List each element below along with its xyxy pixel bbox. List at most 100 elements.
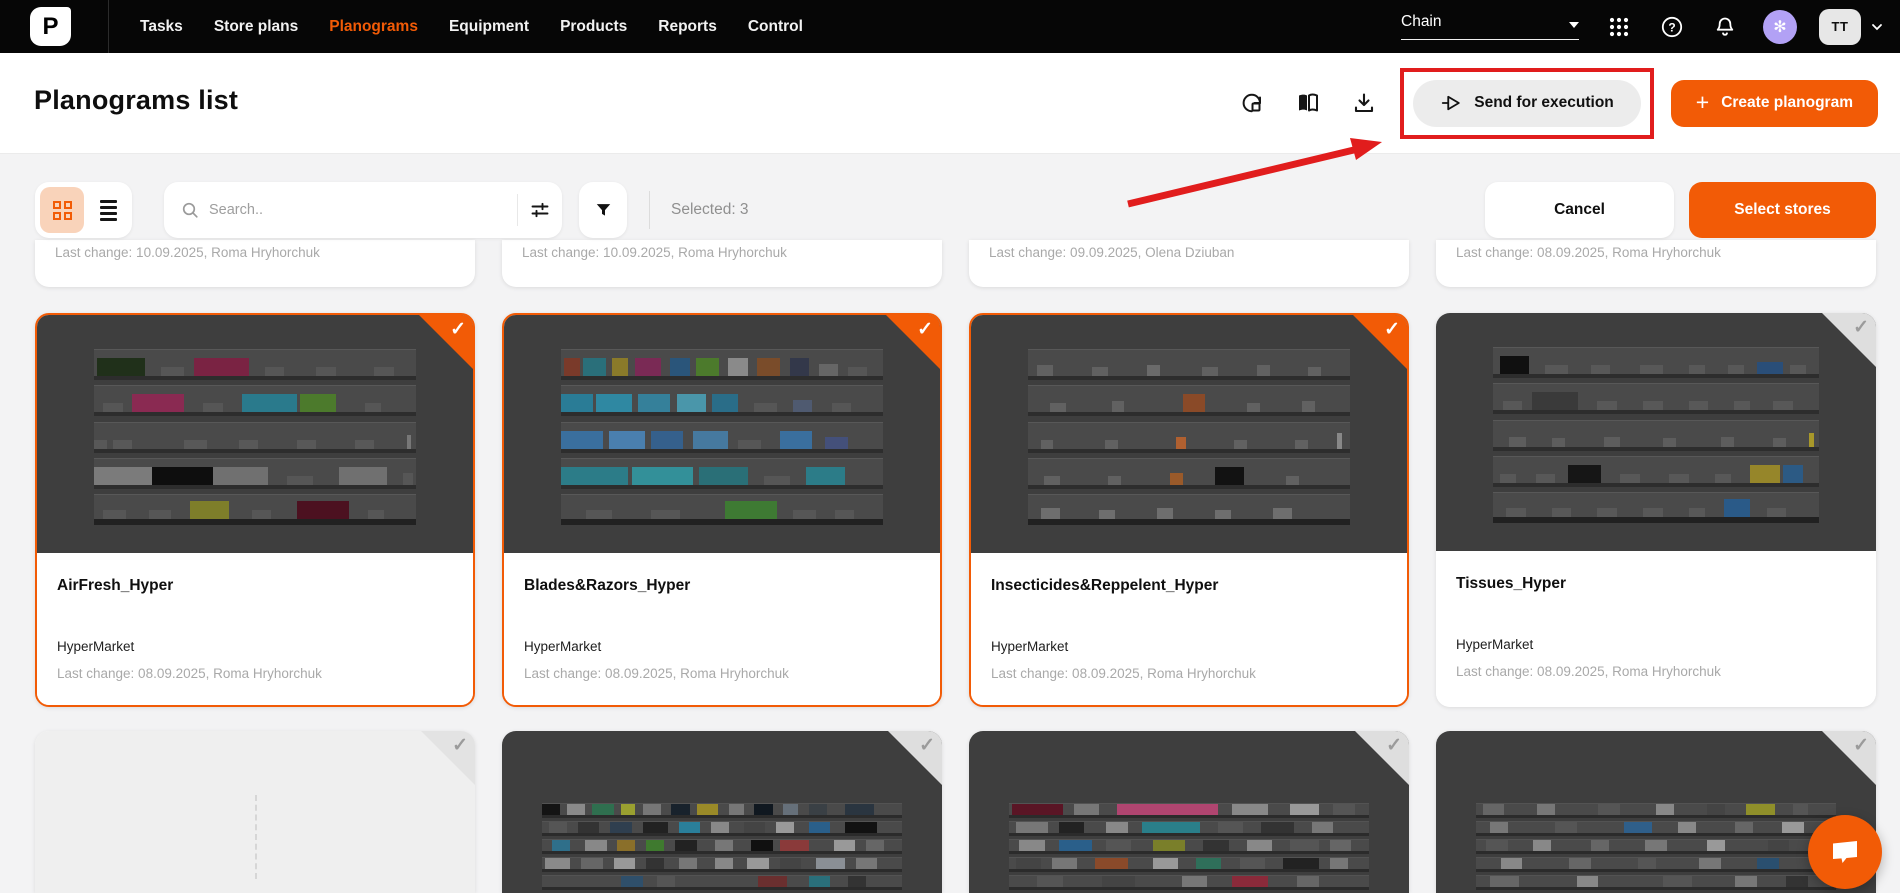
- card-info: Tissues_Hyper HyperMarket Last change: 0…: [1436, 551, 1876, 707]
- planogram-title: Insecticides&Reppelent_Hyper: [991, 577, 1218, 595]
- planogram-card-partial[interactable]: Last change: 09.09.2025, Olena Dziuban: [969, 240, 1409, 287]
- checkmark-icon[interactable]: ✓: [450, 318, 466, 341]
- nav-item-store-plans[interactable]: Store plans: [214, 18, 298, 36]
- topbar-right-cluster: Chain ? ✻ TT: [1401, 9, 1900, 45]
- send-for-execution-label: Send for execution: [1474, 94, 1614, 112]
- planogram-card-partial[interactable]: Last change: 10.09.2025, Roma Hryhorchuk: [35, 240, 475, 287]
- checkmark-icon[interactable]: ✓: [917, 318, 933, 341]
- planogram-shelves: [542, 803, 903, 890]
- search-divider: [517, 194, 518, 226]
- card-info: Insecticides&Reppelent_Hyper HyperMarket…: [971, 553, 1407, 707]
- planogram-format: HyperMarket: [1456, 637, 1533, 652]
- grid-view-icon: [53, 201, 72, 220]
- filter-funnel-button[interactable]: [579, 182, 627, 238]
- planogram-thumbnail-empty: ✓: [35, 731, 475, 893]
- card-info: AirFresh_Hyper HyperMarket Last change: …: [37, 553, 473, 707]
- planogram-card-partial-bottom[interactable]: ✓: [502, 731, 942, 893]
- select-stores-button[interactable]: Select stores: [1689, 182, 1876, 238]
- top-navigation-bar: P Tasks Store plans Planograms Equipment…: [0, 0, 1900, 53]
- planogram-card-partial-bottom[interactable]: ✓: [969, 731, 1409, 893]
- planogram-card-tissues[interactable]: ✓ Tissues_Hyper HyperMarket Last change:…: [1436, 313, 1876, 707]
- update-icon[interactable]: [1238, 90, 1265, 117]
- app-logo[interactable]: P: [30, 7, 71, 46]
- nav-item-reports[interactable]: Reports: [658, 18, 717, 36]
- chat-widget-button[interactable]: [1808, 815, 1882, 889]
- plus-icon: +: [1696, 91, 1709, 114]
- topbar-divider: [108, 0, 109, 53]
- compare-icon[interactable]: [1294, 90, 1321, 117]
- apps-grid-icon[interactable]: [1606, 14, 1632, 40]
- header-actions: Send for execution + Create planogram: [1209, 53, 1878, 153]
- planogram-card-airfresh[interactable]: ✓ AirFresh_Hyper HyperMarket Last change…: [35, 313, 475, 707]
- app-logo-letter: P: [42, 13, 58, 41]
- planogram-format: HyperMarket: [524, 639, 601, 654]
- planogram-card-partial[interactable]: Last change: 10.09.2025, Roma Hryhorchuk: [502, 240, 942, 287]
- chain-select-value: Chain: [1401, 13, 1442, 31]
- send-icon: [1440, 92, 1462, 114]
- checkmark-icon[interactable]: ✓: [919, 734, 935, 757]
- planogram-thumbnail: ✓: [1436, 313, 1876, 551]
- assistant-glyph: ✻: [1773, 17, 1786, 37]
- grid-view-button[interactable]: [40, 187, 84, 233]
- funnel-icon: [594, 201, 613, 220]
- planogram-card-insecticides[interactable]: ✓ Insecticides&Reppelent_Hyper HyperMark…: [969, 313, 1409, 707]
- nav-item-planograms[interactable]: Planograms: [329, 18, 418, 36]
- planogram-card-partial-bottom[interactable]: ✓: [35, 731, 475, 893]
- list-toolbar: Selected: 3 Cancel Select stores: [35, 182, 1876, 238]
- last-change-label: Last change: 08.09.2025, Roma Hryhorchuk: [57, 666, 322, 681]
- planogram-title: Tissues_Hyper: [1456, 575, 1566, 593]
- notifications-bell-icon[interactable]: [1712, 14, 1738, 40]
- nav-item-equipment[interactable]: Equipment: [449, 18, 529, 36]
- search-input[interactable]: [209, 202, 509, 218]
- nav-item-products[interactable]: Products: [560, 18, 627, 36]
- planogram-thumbnail: ✓: [971, 315, 1407, 553]
- planogram-shelves: [1028, 349, 1351, 525]
- page-title: Planograms list: [34, 85, 238, 116]
- planogram-card-partial-bottom[interactable]: ✓: [1436, 731, 1876, 893]
- planogram-title: AirFresh_Hyper: [57, 577, 173, 595]
- help-icon[interactable]: ?: [1659, 14, 1685, 40]
- planogram-shelves: [1493, 347, 1819, 523]
- checkmark-icon[interactable]: ✓: [452, 734, 468, 757]
- svg-text:?: ?: [1668, 20, 1675, 34]
- cancel-button[interactable]: Cancel: [1485, 182, 1674, 238]
- view-mode-toggle: [35, 182, 132, 238]
- planogram-thumbnail: ✓: [969, 731, 1409, 893]
- planogram-thumbnail: ✓: [1436, 731, 1876, 893]
- last-change-label: Last change: 08.09.2025, Roma Hryhorchuk: [524, 666, 789, 681]
- chat-bubble-icon: [1827, 834, 1863, 870]
- chevron-down-icon: [1569, 22, 1579, 28]
- checkmark-icon[interactable]: ✓: [1384, 318, 1400, 341]
- main-nav: Tasks Store plans Planograms Equipment P…: [140, 18, 803, 36]
- user-menu-chevron-icon[interactable]: [1870, 20, 1884, 34]
- chain-select[interactable]: Chain: [1401, 13, 1579, 40]
- checkmark-icon[interactable]: ✓: [1853, 734, 1869, 757]
- create-planogram-button[interactable]: + Create planogram: [1671, 80, 1878, 127]
- list-view-button[interactable]: [89, 187, 127, 233]
- assistant-avatar-icon[interactable]: ✻: [1763, 10, 1797, 44]
- nav-item-control[interactable]: Control: [748, 18, 803, 36]
- checkmark-icon[interactable]: ✓: [1853, 316, 1869, 339]
- planogram-shelves: [1009, 803, 1370, 890]
- selected-count-label: Selected: 3: [671, 201, 749, 219]
- planogram-shelves: [94, 349, 417, 525]
- last-change-label: Last change: 08.09.2025, Roma Hryhorchuk: [1456, 664, 1721, 679]
- planogram-card-partial[interactable]: Last change: 08.09.2025, Roma Hryhorchuk: [1436, 240, 1876, 287]
- nav-item-tasks[interactable]: Tasks: [140, 18, 183, 36]
- planogram-shelves: [1476, 803, 1837, 890]
- tune-filters-icon[interactable]: [530, 200, 550, 220]
- download-icon[interactable]: [1350, 90, 1377, 117]
- user-initials: TT: [1832, 19, 1849, 34]
- empty-planogram-guide: [255, 795, 257, 879]
- planogram-thumbnail: ✓: [504, 315, 940, 553]
- annotation-highlight-box: Send for execution: [1400, 68, 1654, 139]
- checkmark-icon[interactable]: ✓: [1386, 734, 1402, 757]
- planogram-title: Blades&Razors_Hyper: [524, 577, 690, 595]
- planogram-thumbnail: ✓: [502, 731, 942, 893]
- last-change-label: Last change: 09.09.2025, Olena Dziuban: [989, 245, 1409, 260]
- send-for-execution-button[interactable]: Send for execution: [1413, 80, 1641, 127]
- last-change-label: Last change: 08.09.2025, Roma Hryhorchuk: [1456, 245, 1876, 260]
- planogram-card-blades-razors[interactable]: ✓ Blades&Razors_Hyper HyperMarket Last c…: [502, 313, 942, 707]
- planogram-format: HyperMarket: [57, 639, 134, 654]
- user-avatar[interactable]: TT: [1819, 9, 1861, 45]
